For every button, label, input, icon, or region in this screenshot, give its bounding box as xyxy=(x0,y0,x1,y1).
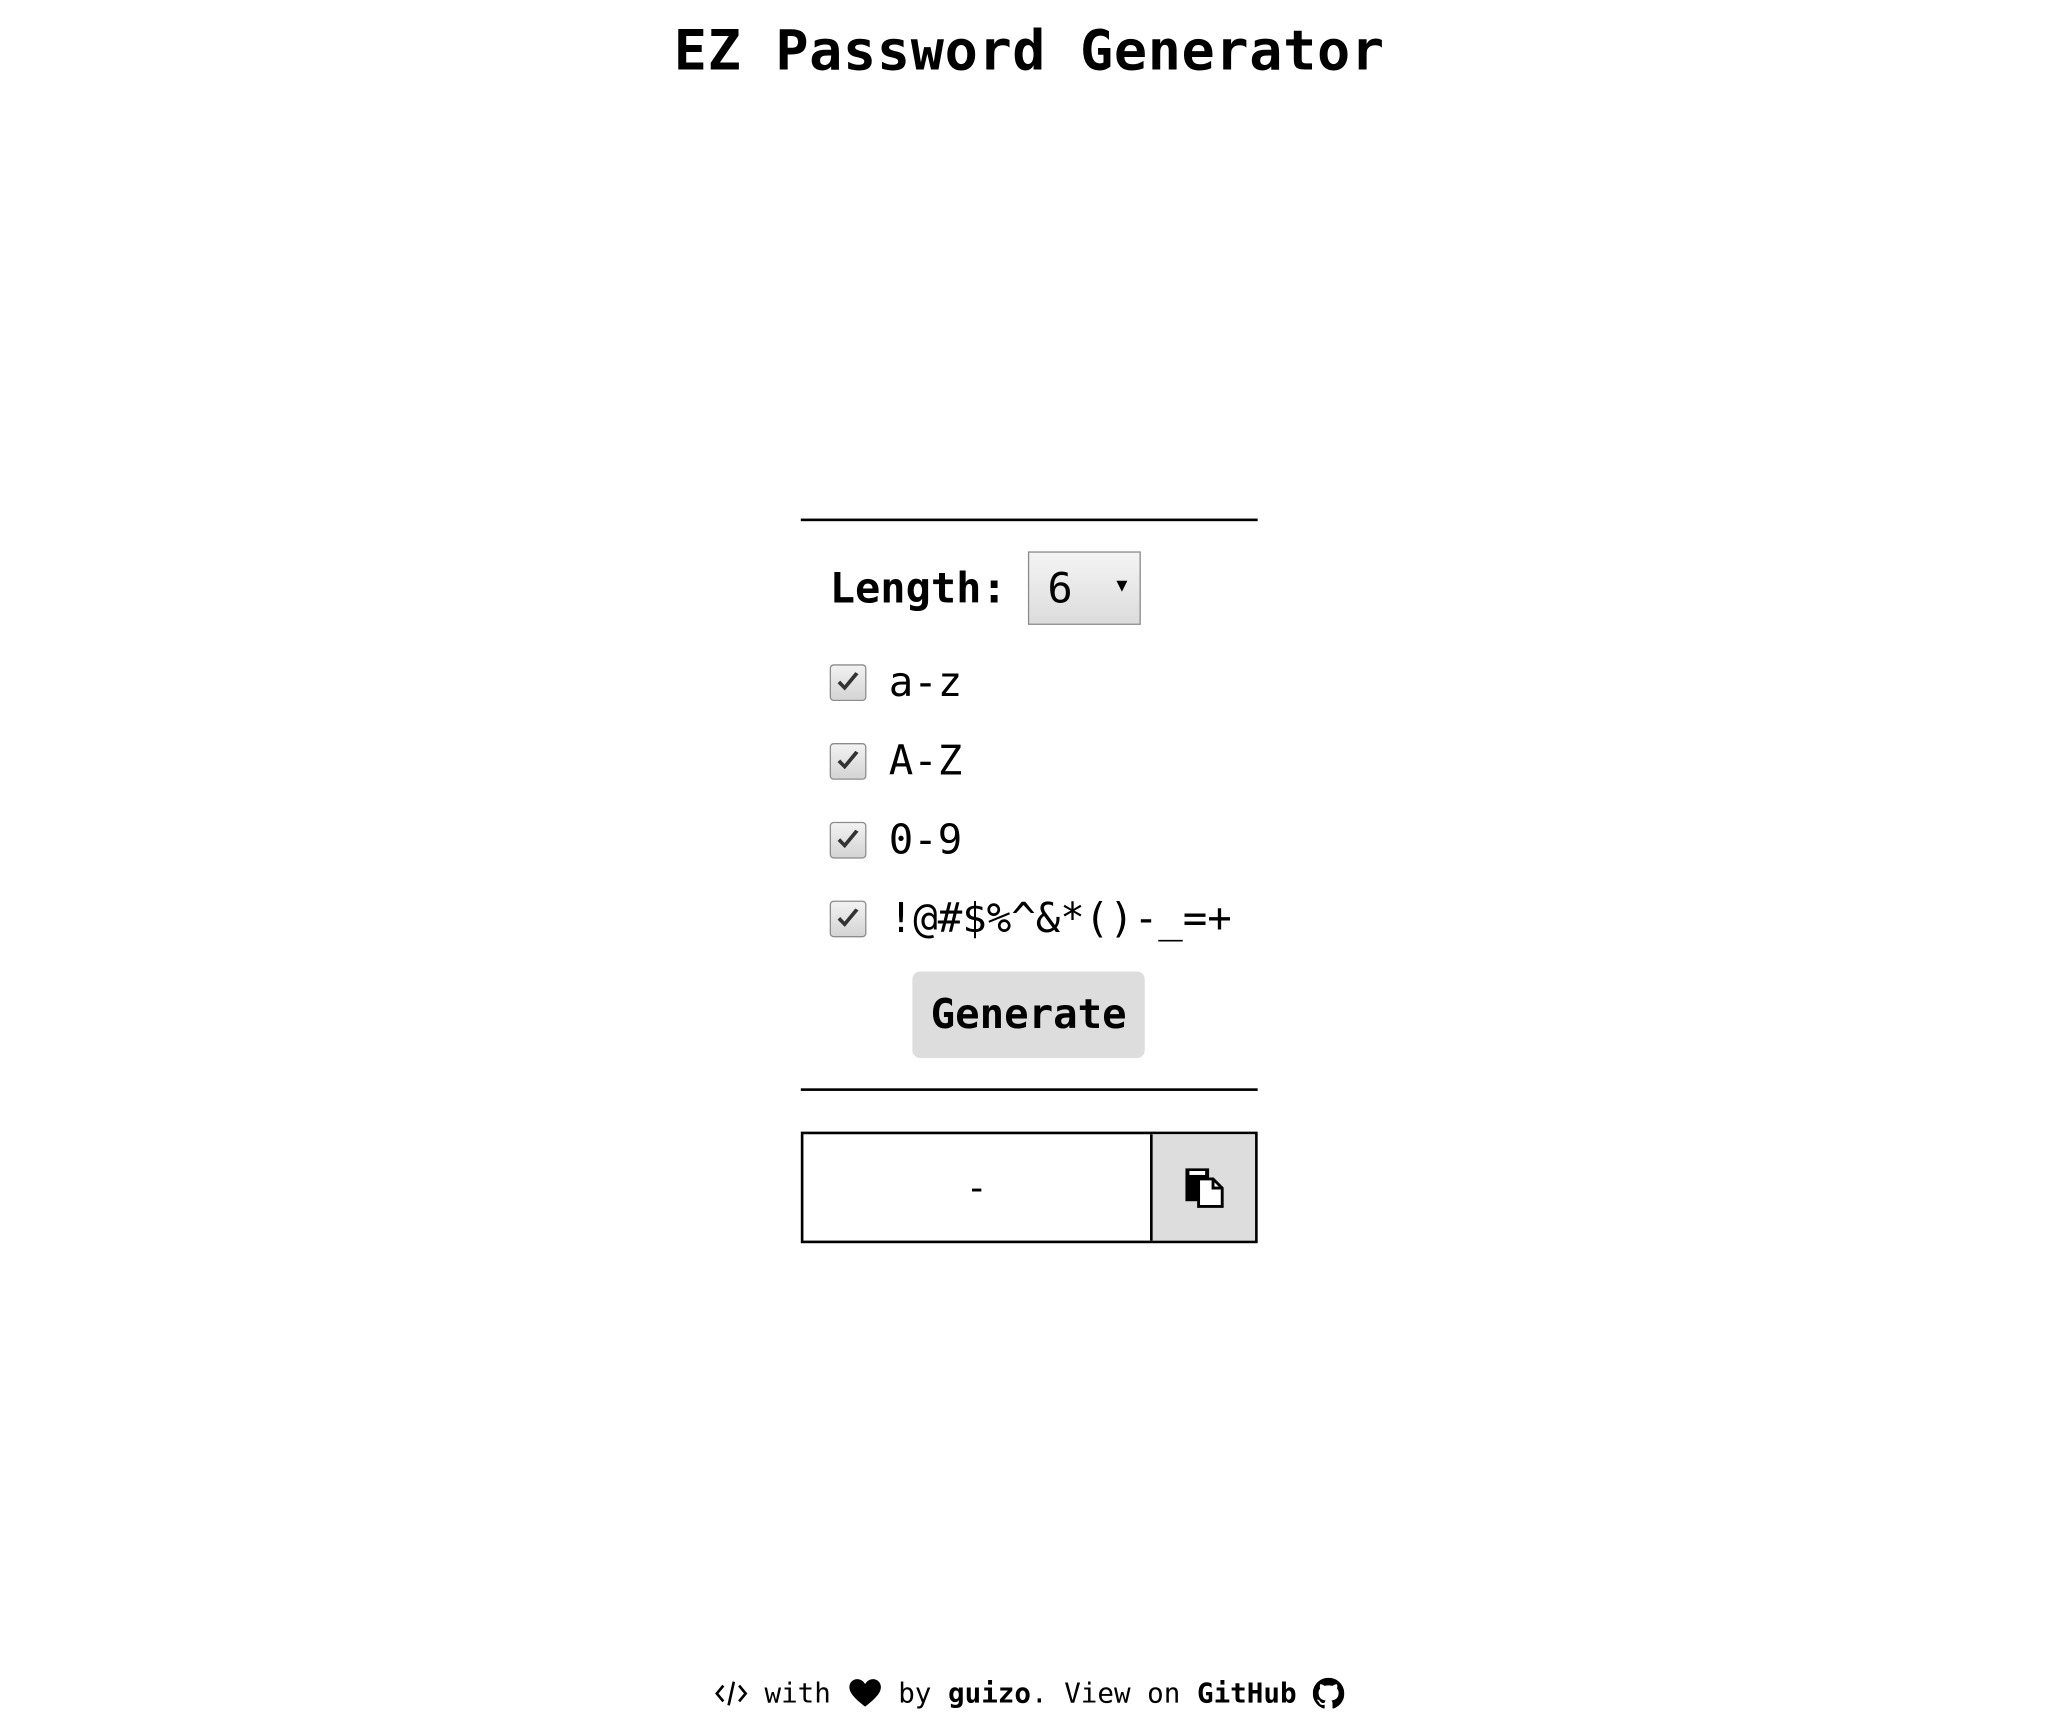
password-output: - xyxy=(800,1131,1258,1244)
option-label: A-Z xyxy=(888,737,963,786)
footer: with by guizo. View on GitHub xyxy=(0,1677,2048,1710)
checkbox-digits[interactable] xyxy=(829,821,867,859)
author-link[interactable]: guizo xyxy=(948,1678,1031,1710)
option-uppercase[interactable]: A-Z xyxy=(829,737,963,786)
option-digits[interactable]: 0-9 xyxy=(829,816,963,864)
checkbox-symbols[interactable] xyxy=(829,900,867,938)
page: EZ Password Generator Length: 6 ▼ a-z A-… xyxy=(0,0,2048,1726)
generate-button[interactable]: Generate xyxy=(912,971,1145,1059)
checkbox-uppercase[interactable] xyxy=(829,743,867,780)
footer-with-text: with xyxy=(747,1677,848,1710)
length-select-value: 6 xyxy=(1047,563,1073,614)
option-label: a-z xyxy=(888,659,963,707)
checkmark-icon xyxy=(837,829,859,849)
page-title: EZ Password Generator xyxy=(673,18,1385,83)
option-lowercase[interactable]: a-z xyxy=(829,659,963,707)
checkmark-icon xyxy=(837,908,859,927)
bottom-divider xyxy=(800,1088,1258,1091)
copy-button[interactable] xyxy=(1150,1134,1256,1241)
checkmark-icon xyxy=(837,750,859,770)
option-label: !@#$%^&*()-_=+ xyxy=(888,895,1232,943)
github-link[interactable]: GitHub xyxy=(1197,1678,1297,1710)
length-row: Length: 6 ▼ xyxy=(830,551,1141,625)
checkmark-icon xyxy=(837,672,859,691)
top-divider xyxy=(800,518,1258,522)
password-field[interactable]: - xyxy=(803,1134,1150,1240)
option-symbols[interactable]: !@#$%^&*()-_=+ xyxy=(829,895,1232,943)
footer-view-text: . View on xyxy=(1030,1677,1197,1710)
heart-icon xyxy=(847,1678,881,1710)
copy-icon xyxy=(1185,1167,1224,1208)
option-label: 0-9 xyxy=(888,816,963,864)
length-select[interactable]: 6 ▼ xyxy=(1027,551,1141,625)
github-icon[interactable] xyxy=(1313,1677,1345,1710)
checkbox-lowercase[interactable] xyxy=(829,664,867,702)
dropdown-arrow-icon: ▼ xyxy=(1116,575,1128,597)
footer-by-text: by xyxy=(881,1677,949,1710)
code-icon xyxy=(714,1678,748,1710)
length-label: Length: xyxy=(829,563,1007,614)
